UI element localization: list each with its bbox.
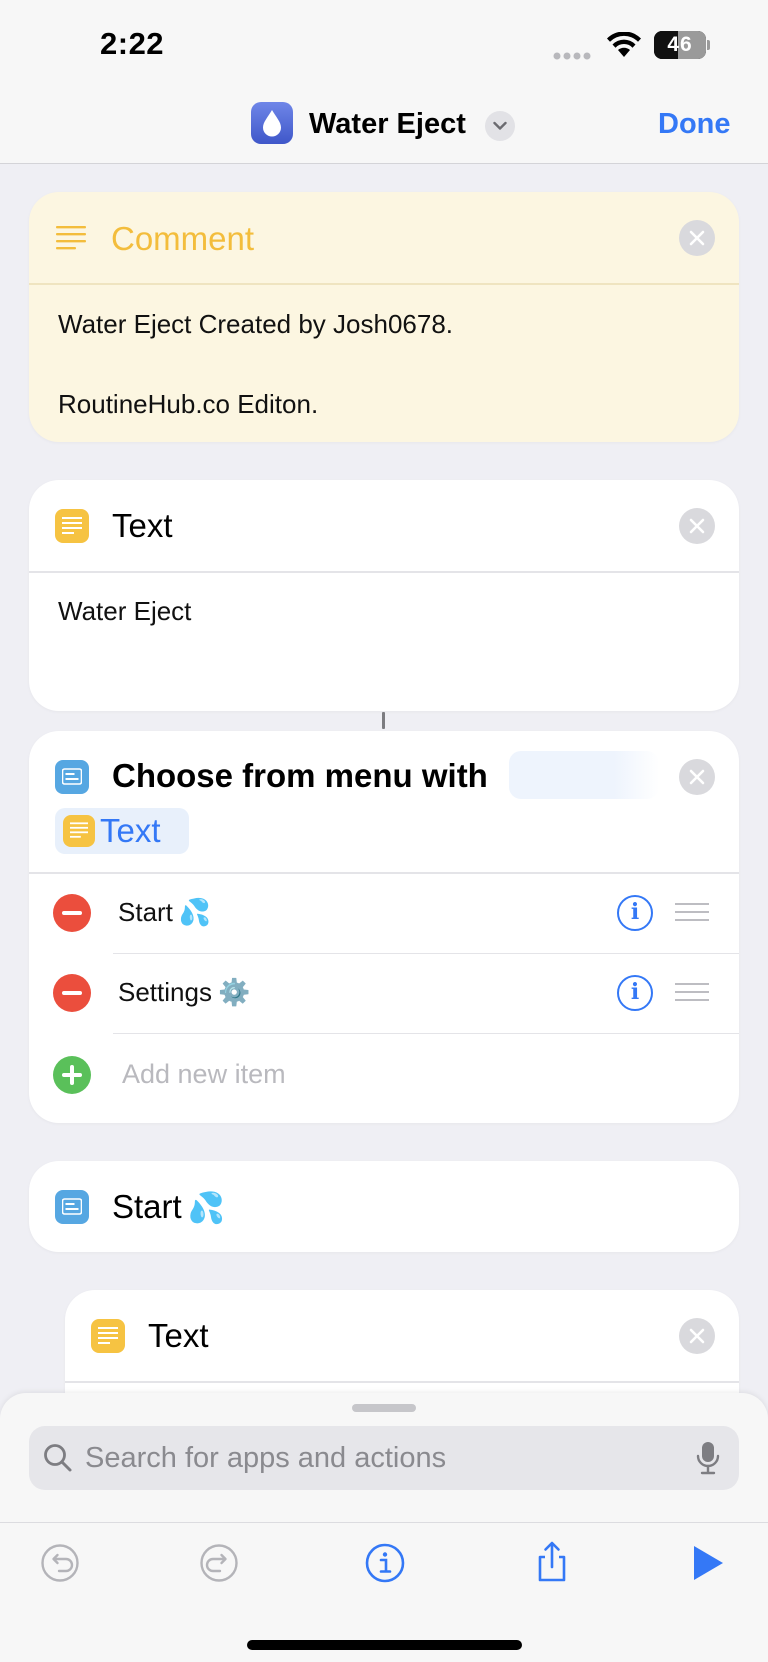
text-action-icon: [91, 1319, 125, 1353]
divider: [29, 571, 739, 573]
status-time: 2:22: [100, 26, 165, 61]
info-icon[interactable]: i: [617, 895, 653, 931]
divider: [65, 1381, 739, 1383]
status-bar: 2:22 46: [0, 0, 768, 90]
search-field[interactable]: [29, 1426, 739, 1490]
gear-emoji-icon: ⚙️: [217, 978, 251, 1008]
info-icon[interactable]: i: [617, 975, 653, 1011]
menu-action-title: Choose from menu with: [112, 757, 488, 794]
delete-item-icon[interactable]: [53, 974, 91, 1012]
done-button[interactable]: Done: [658, 108, 731, 141]
comment-body-text[interactable]: Water Eject Created by Josh0678. Routine…: [58, 304, 453, 424]
splash-emoji-icon: 💦: [178, 898, 212, 928]
remove-comment-button[interactable]: [679, 220, 715, 256]
microphone-icon[interactable]: [696, 1441, 720, 1475]
shortcut-title[interactable]: Water Eject: [309, 108, 466, 141]
text-action-value[interactable]: Water Eject: [58, 596, 191, 627]
drag-handle-icon[interactable]: [675, 983, 709, 1001]
search-icon: [44, 1444, 72, 1472]
text-action-title: Text: [148, 1317, 209, 1354]
text-variable-icon: [63, 815, 95, 847]
nav-bar: Water Eject Done: [0, 90, 768, 164]
battery-percentage: 46: [667, 33, 693, 56]
drag-handle-icon[interactable]: [675, 903, 709, 921]
remove-text-action-button[interactable]: [679, 1318, 715, 1354]
comment-title: Comment: [111, 220, 255, 257]
actions-bottom-sheet: [0, 1393, 768, 1662]
delete-item-icon[interactable]: [53, 894, 91, 932]
menu-item-label[interactable]: Settings ⚙️: [118, 977, 250, 1008]
cellular-signal-icon: [553, 52, 591, 60]
text-variable-label: Text: [100, 812, 161, 849]
info-icon[interactable]: [360, 1538, 410, 1588]
choose-from-menu-card[interactable]: Choose from menu with Text Start 💦 i Sett…: [29, 731, 739, 1123]
add-new-item-placeholder[interactable]: Add new item: [122, 1059, 286, 1090]
undo-icon[interactable]: [35, 1538, 85, 1588]
text-action-card[interactable]: Text Water Eject: [29, 480, 739, 711]
divider: [29, 283, 739, 285]
add-item-row[interactable]: Add new item: [29, 1036, 739, 1116]
water-drop-icon[interactable]: [251, 102, 293, 144]
menu-action-icon: [55, 1190, 89, 1224]
menu-case-label: Start 💦: [112, 1188, 226, 1226]
remove-text-action-button[interactable]: [679, 508, 715, 544]
text-action-icon: [55, 509, 89, 543]
menu-action-icon: [55, 760, 89, 794]
text-action-title: Text: [112, 507, 173, 544]
menu-item-row[interactable]: Settings ⚙️ i: [29, 954, 739, 1034]
redo-icon[interactable]: [194, 1538, 244, 1588]
add-item-icon[interactable]: [53, 1056, 91, 1094]
menu-item-label[interactable]: Start 💦: [118, 897, 211, 928]
menu-item-row[interactable]: Start 💦 i: [29, 874, 739, 954]
menu-prompt-field[interactable]: [509, 751, 659, 799]
share-icon[interactable]: [527, 1538, 577, 1588]
text-action-header: Text: [29, 480, 739, 573]
splash-emoji-icon: 💦: [187, 1191, 226, 1226]
home-indicator: [247, 1640, 522, 1650]
play-icon[interactable]: [683, 1538, 733, 1588]
comment-action-card[interactable]: Comment Water Eject Created by Josh0678.…: [29, 192, 739, 442]
battery-icon: 46: [654, 31, 710, 59]
search-input[interactable]: [85, 1426, 675, 1490]
wifi-icon: [607, 32, 641, 57]
chevron-down-icon[interactable]: [485, 111, 515, 141]
comment-header: Comment: [29, 192, 739, 285]
toolbar-divider: [0, 1522, 768, 1523]
action-connector: [382, 712, 385, 729]
comment-lines-icon: [56, 226, 86, 250]
remove-menu-action-button[interactable]: [679, 759, 715, 795]
sheet-grabber[interactable]: [352, 1404, 416, 1412]
menu-case-start-card[interactable]: Start 💦: [29, 1161, 739, 1252]
text-variable-token[interactable]: Text: [55, 808, 189, 854]
